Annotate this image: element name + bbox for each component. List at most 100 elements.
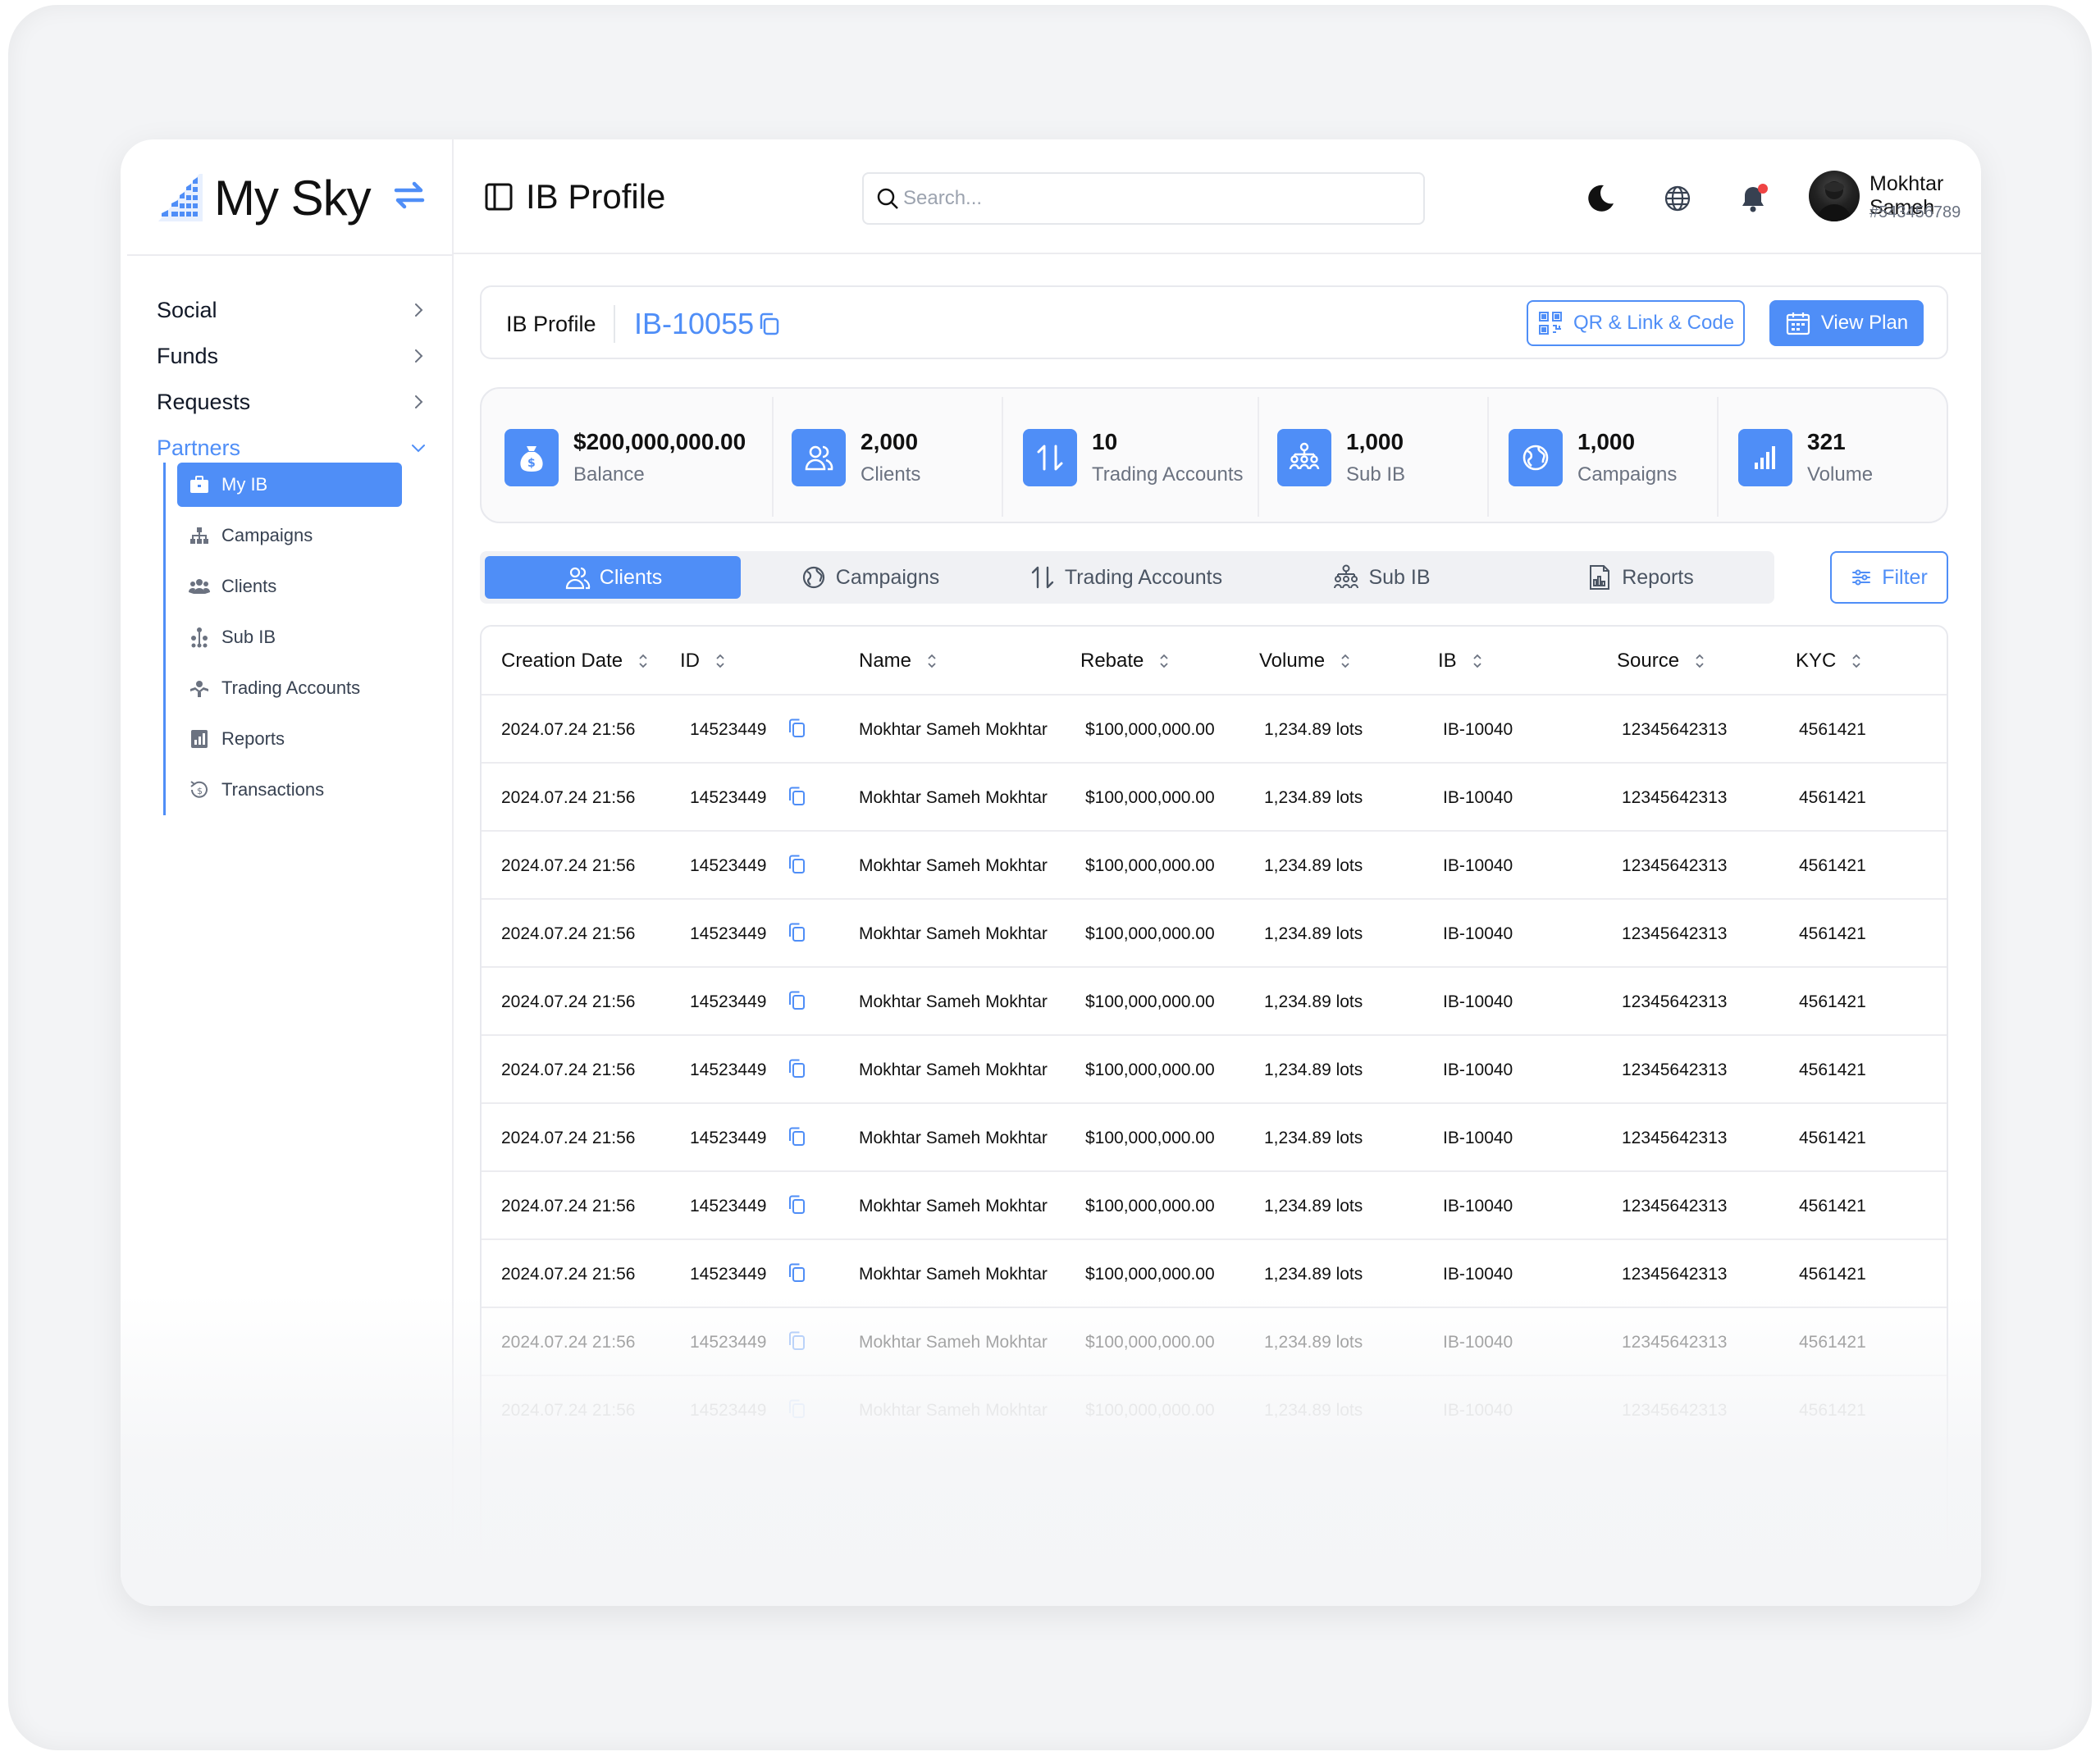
table-cell: 1,234.89 lots xyxy=(1264,720,1363,739)
stat-label: Campaigns xyxy=(1577,463,1678,486)
column-header-name[interactable]: Name xyxy=(859,650,938,673)
table-cell: 12345642313 xyxy=(1622,788,1728,807)
chevron-down-icon xyxy=(412,445,425,453)
table-cell: 1,234.89 lots xyxy=(1264,1197,1363,1216)
copy-icon[interactable] xyxy=(787,717,806,740)
table-row[interactable]: 2024.07.24 21:56 14523449 Mokhtar Sameh Mo… xyxy=(482,1308,1947,1376)
table-cell: 12345642313 xyxy=(1622,1197,1728,1216)
table-row[interactable]: 2024.07.24 21:56 14523449 Mokhtar Sameh Mo… xyxy=(482,1376,1947,1444)
stat-sub-ib: 1,000 Sub IB xyxy=(1277,423,1405,492)
tab-sub-ib[interactable]: Sub IB xyxy=(1254,556,1509,599)
sidebar-item-transactions[interactable]: $ Transactions xyxy=(177,768,402,812)
copy-icon[interactable] xyxy=(787,785,806,808)
filter-button[interactable]: Filter xyxy=(1830,551,1948,604)
column-header-creation-date[interactable]: Creation Date xyxy=(501,650,649,673)
column-label: ID xyxy=(680,650,700,672)
column-header-kyc[interactable]: KYC xyxy=(1796,650,1862,673)
copy-icon[interactable] xyxy=(787,1261,806,1284)
bar-chart-icon xyxy=(1755,446,1775,469)
copy-icon[interactable] xyxy=(787,921,806,944)
copy-icon[interactable] xyxy=(787,1330,806,1352)
table-cell: 14523449 xyxy=(690,1265,767,1284)
globe-icon[interactable] xyxy=(1661,182,1694,215)
copy-icon[interactable] xyxy=(787,1398,806,1421)
qr-code-icon xyxy=(1538,312,1562,335)
column-header-rebate[interactable]: Rebate xyxy=(1080,650,1170,673)
avatar[interactable] xyxy=(1809,171,1860,221)
column-label: Source xyxy=(1617,650,1680,672)
sidebar-item-label: Requests xyxy=(157,389,251,414)
copy-icon[interactable] xyxy=(757,312,780,336)
table-cell: 4561421 xyxy=(1799,1197,1866,1216)
table-cell: Mokhtar Sameh Mokhtar xyxy=(859,1197,1048,1216)
column-header-source[interactable]: Source xyxy=(1617,650,1705,673)
table-cell: IB-10040 xyxy=(1443,1129,1513,1147)
copy-icon[interactable] xyxy=(787,989,806,1012)
dark-mode-icon[interactable] xyxy=(1584,182,1617,215)
stat-campaigns: 1,000 Campaigns xyxy=(1509,423,1677,492)
column-label: Name xyxy=(859,650,912,672)
table-cell: 2024.07.24 21:56 xyxy=(501,1129,636,1147)
stat-value: $200,000,000.00 xyxy=(573,429,746,454)
table-cell: Mokhtar Sameh Mokhtar xyxy=(859,924,1048,943)
table-cell: $100,000,000.00 xyxy=(1085,1129,1215,1147)
sidebar-item-clients[interactable]: Clients xyxy=(177,564,402,609)
sidebar-subitem-label: Transactions xyxy=(221,779,325,800)
switch-account-icon[interactable] xyxy=(391,177,427,213)
tab-clients[interactable]: Clients xyxy=(485,556,741,599)
table-row[interactable]: 2024.07.24 21:56 14523449 Mokhtar Sameh Mo… xyxy=(482,1036,1947,1104)
table-row[interactable]: 2024.07.24 21:56 14523449 Mokhtar Sameh Mo… xyxy=(482,764,1947,832)
page-title-group: IB Profile xyxy=(485,177,665,217)
column-header-volume[interactable]: Volume xyxy=(1259,650,1351,673)
table-row[interactable]: 2024.07.24 21:56 14523449 Mokhtar Sameh Mo… xyxy=(482,1240,1947,1308)
column-label: Volume xyxy=(1259,650,1326,672)
column-header-ib[interactable]: IB xyxy=(1438,650,1483,673)
column-header-id[interactable]: ID xyxy=(680,650,726,673)
table-row[interactable]: 2024.07.24 21:56 14523449 Mokhtar Sameh Mo… xyxy=(482,900,1947,968)
table-cell: Mokhtar Sameh Mokhtar xyxy=(859,856,1048,875)
table-cell: 4561421 xyxy=(1799,1265,1866,1284)
sidebar-item-label: Partners xyxy=(157,435,241,460)
copy-icon[interactable] xyxy=(787,1193,806,1216)
sidebar-item-social[interactable]: Social xyxy=(157,287,427,333)
sidebar-item-reports[interactable]: Reports xyxy=(177,717,402,761)
table-cell: 14523449 xyxy=(690,1129,767,1147)
sidebar-item-my-ib[interactable]: My IB xyxy=(177,463,402,507)
table-row[interactable]: 2024.07.24 21:56 14523449 Mokhtar Sameh Mo… xyxy=(482,1172,1947,1240)
copy-icon[interactable] xyxy=(787,1125,806,1148)
stat-label: Trading Accounts xyxy=(1092,463,1244,486)
sidebar-item-campaigns[interactable]: Campaigns xyxy=(177,513,402,558)
sidebar-toggle-icon[interactable] xyxy=(485,182,513,212)
table-cell: IB-10040 xyxy=(1443,992,1513,1011)
sidebar-item-funds[interactable]: Funds xyxy=(157,333,427,379)
sidebar-item-requests[interactable]: Requests xyxy=(157,379,427,425)
table-cell: Mokhtar Sameh Mokhtar xyxy=(859,1129,1048,1147)
table-row[interactable]: 2024.07.24 21:56 14523449 Mokhtar Sameh Mo… xyxy=(482,1104,1947,1172)
table-row[interactable]: 2024.07.24 21:56 14523449 Mokhtar Sameh Mo… xyxy=(482,968,1947,1036)
table-cell: IB-10040 xyxy=(1443,1333,1513,1352)
table-row[interactable]: 2024.07.24 21:56 14523449 Mokhtar Sameh Mo… xyxy=(482,832,1947,900)
table-cell: IB-10040 xyxy=(1443,1197,1513,1216)
table-cell: 14523449 xyxy=(690,720,767,739)
divider xyxy=(1717,397,1719,517)
qr-link-code-button[interactable]: QR & Link & Code xyxy=(1527,300,1745,346)
view-plan-button[interactable]: View Plan xyxy=(1769,300,1924,346)
search-input[interactable] xyxy=(903,187,1395,210)
sidebar-item-sub-ib[interactable]: Sub IB xyxy=(177,615,402,659)
table-row[interactable]: 2024.07.24 21:56 14523449 Mokhtar Sameh Mo… xyxy=(482,696,1947,764)
copy-icon[interactable] xyxy=(787,1057,806,1080)
sidebar-subitem-label: Campaigns xyxy=(221,525,313,545)
tab-campaigns[interactable]: Campaigns xyxy=(742,556,997,599)
table-cell: 12345642313 xyxy=(1622,924,1728,943)
table-cell: 12345642313 xyxy=(1622,1129,1728,1147)
sidebar-item-trading-accounts[interactable]: Trading Accounts xyxy=(177,666,402,710)
tab-trading-accounts[interactable]: Trading Accounts xyxy=(998,556,1253,599)
stat-clients: 2,000 Clients xyxy=(792,423,920,492)
stat-label: Volume xyxy=(1807,463,1874,486)
tab-reports[interactable]: Reports xyxy=(1510,556,1769,599)
copy-icon[interactable] xyxy=(787,853,806,876)
column-label: KYC xyxy=(1796,650,1837,672)
table-cell: Mokhtar Sameh Mokhtar xyxy=(859,1265,1048,1284)
search-box[interactable] xyxy=(862,172,1425,225)
table-cell: $100,000,000.00 xyxy=(1085,1197,1215,1216)
